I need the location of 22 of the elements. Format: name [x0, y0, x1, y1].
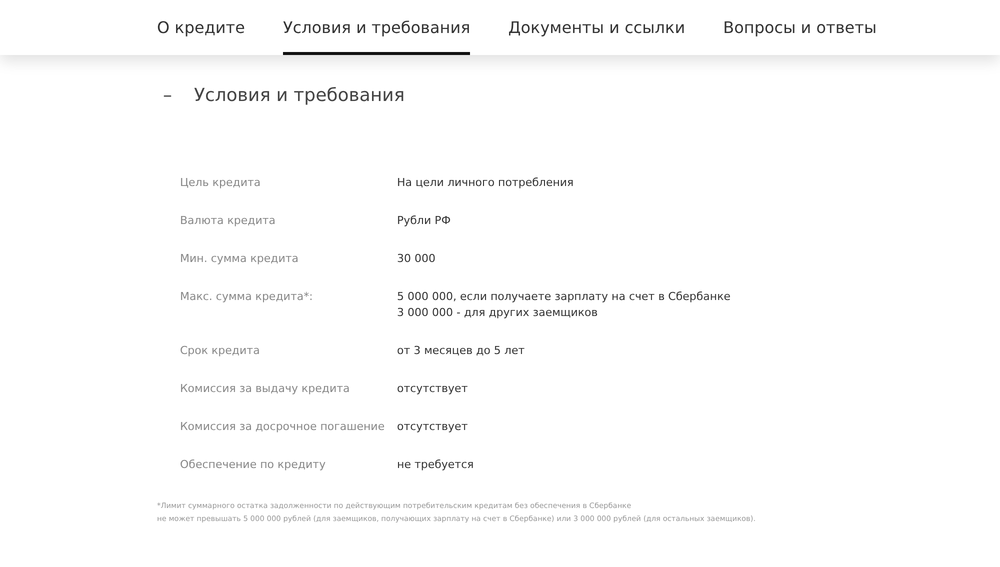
condition-label: Валюта кредита	[180, 213, 277, 229]
condition-label: Цель кредита	[180, 175, 262, 191]
condition-label: Обеспечение по кредиту	[180, 457, 327, 473]
condition-value: 30 000	[397, 251, 436, 267]
condition-value: Рубли РФ	[397, 213, 451, 229]
condition-label: Комиссия за выдачу кредита	[180, 381, 351, 397]
section-title: Условия и требования	[194, 85, 405, 106]
condition-value: 5 000 000, если получаете зарплату на счет в Сбербанке	[397, 289, 731, 305]
condition-label: Срок кредита	[180, 343, 261, 359]
condition-value: 3 000 000 - для других заемщиков	[397, 305, 599, 321]
condition-label: Комиссия за досрочное погашение	[180, 419, 386, 435]
condition-value: от 3 месяцев до 5 лет	[397, 343, 525, 359]
condition-value: отсутствует	[397, 419, 468, 435]
collapse-toggle[interactable]: –	[163, 85, 172, 106]
tab[interactable]: Документы и ссылки	[508, 0, 686, 55]
condition-label: Макс. сумма кредита*:	[180, 289, 314, 305]
tab[interactable]: О кредите	[157, 0, 245, 55]
tab[interactable]: Вопросы и ответы	[723, 0, 877, 55]
condition-value: отсутствует	[397, 381, 468, 397]
condition-value: не требуется	[397, 457, 474, 473]
condition-value: На цели личного потребления	[397, 175, 574, 191]
condition-label: Мин. сумма кредита	[180, 251, 300, 267]
